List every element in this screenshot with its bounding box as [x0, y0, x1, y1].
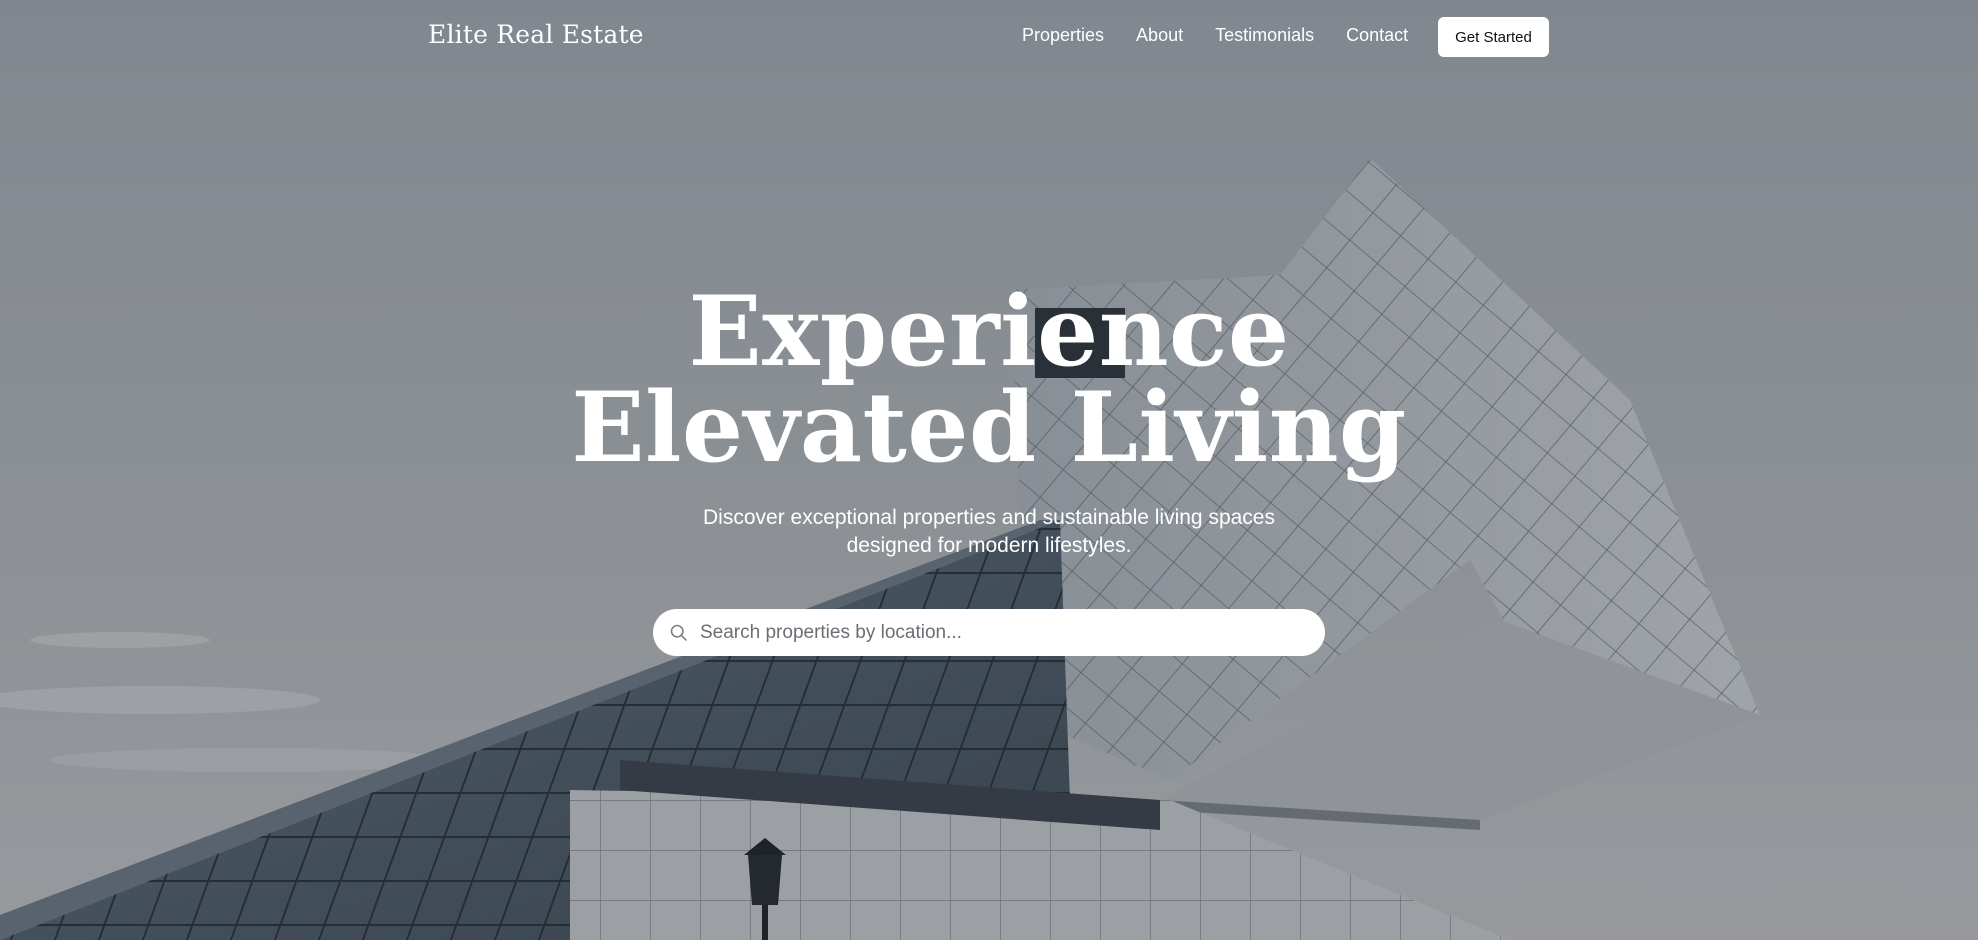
top-navigation: Elite Real Estate Properties About Testi… [0, 0, 1978, 74]
nav-link-properties[interactable]: Properties [1022, 25, 1104, 46]
search-input[interactable] [700, 615, 1300, 650]
nav-link-testimonials[interactable]: Testimonials [1215, 25, 1314, 46]
property-search-bar[interactable] [653, 609, 1325, 656]
hero-section: Elite Real Estate Properties About Testi… [0, 0, 1978, 940]
hero-headline-line-2: Elevated Living [571, 371, 1407, 484]
nav-links: Properties About Testimonials Contact [1022, 25, 1408, 46]
nav-link-contact[interactable]: Contact [1346, 25, 1408, 46]
hero-headline-line-1: Experience [688, 275, 1290, 388]
search-icon [670, 624, 687, 641]
nav-link-about[interactable]: About [1136, 25, 1183, 46]
brand-logo[interactable]: Elite Real Estate [428, 20, 644, 49]
get-started-button[interactable]: Get Started [1438, 17, 1549, 57]
hero-subtitle: Discover exceptional properties and sust… [703, 506, 1275, 557]
